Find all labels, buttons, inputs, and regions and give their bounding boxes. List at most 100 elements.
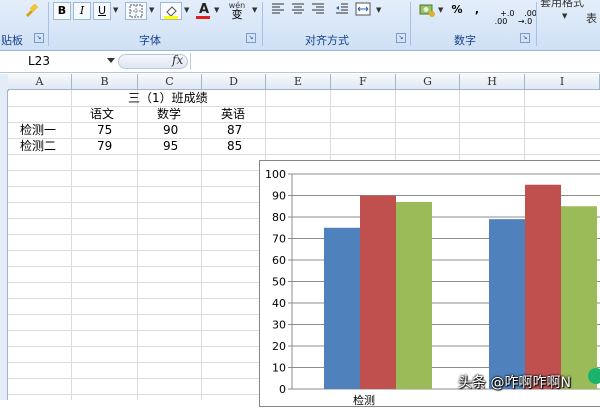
font-group-label: 字体 (139, 34, 161, 47)
name-box-dropdown-icon[interactable] (107, 58, 115, 63)
conditional-format-label[interactable]: 套用格式 (540, 0, 600, 9)
comma-button[interactable]: , (470, 2, 484, 20)
group-separator (536, 2, 537, 46)
row-label-cell[interactable]: 检测一 (20, 122, 56, 138)
bar-1-2[interactable] (360, 195, 396, 390)
decrease-indent-button[interactable] (332, 2, 352, 20)
number-group-label: 数字 (454, 34, 476, 47)
column-header-a[interactable]: A (8, 74, 72, 90)
merge-center-button[interactable] (352, 2, 374, 20)
alignment-launcher-button[interactable]: ↘ (396, 33, 406, 43)
y-tick-label: 100 (265, 168, 286, 181)
bar-1-1[interactable] (324, 227, 360, 389)
column-header-h[interactable]: H (460, 74, 525, 90)
align-right-button[interactable] (308, 2, 328, 20)
name-box[interactable]: L23 (20, 53, 116, 70)
currency-icon (419, 4, 435, 17)
score-cell[interactable]: 95 (163, 138, 178, 154)
currency-dropdown-icon[interactable]: ▼ (438, 6, 443, 14)
bar-chart[interactable]: 1009080706050403020100检测 (260, 161, 600, 407)
styles-dropdown-icon[interactable]: ▼ (562, 12, 567, 20)
bold-button[interactable]: B (53, 2, 71, 20)
column-header-c[interactable]: C (138, 74, 202, 90)
bar-2-1[interactable] (489, 219, 525, 389)
fill-color-icon (164, 6, 178, 19)
score-cell[interactable]: 75 (97, 122, 112, 138)
score-cell[interactable]: 85 (227, 138, 242, 154)
y-tick-label: 60 (272, 254, 286, 267)
font-color-button[interactable]: A (194, 2, 214, 20)
row-label-cell[interactable]: 检测二 (20, 138, 56, 154)
fill-color-button[interactable] (160, 2, 182, 20)
border-dropdown-icon[interactable]: ▼ (149, 6, 154, 14)
watermark-badge (588, 368, 600, 384)
column-header-e[interactable]: E (266, 74, 331, 90)
group-separator (410, 2, 411, 46)
fill-color-dropdown-icon[interactable]: ▼ (184, 6, 189, 14)
italic-button[interactable]: I (73, 2, 91, 20)
header-cell-english[interactable]: 英语 (221, 106, 245, 122)
font-launcher-button[interactable]: ↘ (246, 33, 256, 43)
y-tick-label: 70 (272, 233, 286, 246)
column-header-d[interactable]: D (202, 74, 266, 90)
align-center-button[interactable] (288, 2, 308, 20)
table-format-label[interactable]: 表 (586, 10, 600, 25)
bar-2-2[interactable] (525, 184, 561, 389)
column-header-b[interactable]: B (72, 74, 138, 90)
column-header-f[interactable]: F (331, 74, 396, 90)
y-tick-label: 80 (272, 211, 286, 224)
score-cell[interactable]: 87 (227, 122, 242, 138)
grid-column-line (137, 90, 138, 400)
bar-1-3[interactable] (396, 201, 432, 389)
y-tick-label: 0 (279, 383, 286, 396)
y-tick-label: 50 (272, 276, 286, 289)
column-header-i[interactable]: I (525, 74, 600, 90)
group-separator (262, 2, 263, 46)
y-tick-label: 10 (272, 362, 286, 375)
phonetic-dropdown-icon[interactable]: ▼ (252, 6, 257, 14)
y-tick-label: 40 (272, 297, 286, 310)
chart-area[interactable]: 100 90 80 70 60 50 40 30 20 10 0 检测 (259, 160, 600, 407)
score-cell[interactable]: 79 (97, 138, 112, 154)
alignment-group-label: 对齐方式 (305, 34, 349, 47)
align-right-icon (312, 3, 324, 14)
phonetic-guide-button[interactable]: wén 变 (224, 2, 250, 21)
underline-button[interactable]: U (93, 2, 111, 20)
align-center-icon (292, 3, 304, 14)
font-color-dropdown-icon[interactable]: ▼ (214, 6, 219, 14)
border-icon (129, 4, 143, 18)
insert-function-button[interactable]: fx (172, 53, 183, 67)
bar-2-3[interactable] (561, 206, 597, 389)
score-cell[interactable]: 90 (163, 122, 178, 138)
clipboard-group-label: 贴板 (1, 34, 23, 47)
decrease-indent-icon (336, 3, 348, 14)
y-tick-label: 90 (272, 190, 286, 203)
column-header-g[interactable]: G (396, 74, 460, 90)
header-cell-math[interactable]: 数学 (157, 106, 181, 122)
header-cell-chinese[interactable]: 语文 (90, 106, 114, 122)
y-tick-label: 20 (272, 340, 286, 353)
number-launcher-button[interactable]: ↘ (520, 33, 530, 43)
grid-row-line (8, 154, 600, 155)
underline-dropdown-icon[interactable]: ▼ (113, 6, 118, 14)
merge-dropdown-icon[interactable]: ▼ (376, 6, 381, 14)
font-color-icon: A (198, 2, 210, 17)
grid-column-line (71, 90, 72, 400)
format-painter-button[interactable] (20, 2, 42, 20)
percent-button[interactable]: % (448, 2, 466, 20)
group-separator (48, 2, 49, 46)
align-left-icon (272, 3, 284, 14)
sheet-title-cell[interactable]: 三（1）班成绩 (128, 90, 208, 106)
decrease-decimal-button[interactable]: .00 →.0 (514, 2, 537, 26)
formula-input[interactable] (190, 53, 600, 70)
border-button[interactable] (125, 2, 147, 20)
align-left-button[interactable] (268, 2, 288, 20)
row-headers[interactable] (0, 90, 8, 400)
watermark-text: 头条 @咋啊咋啊N (458, 375, 571, 391)
brush-icon (26, 3, 39, 17)
increase-decimal-button[interactable]: +.0 .00 (490, 2, 515, 26)
clipboard-launcher-button[interactable]: ↘ (34, 33, 44, 43)
ribbon: 贴板 ↘ B I U ▼ ▼ ▼ A ▼ wén 变 ▼ 字体 ↘ ▼ 对齐方式 … (0, 0, 600, 51)
currency-button[interactable] (416, 2, 438, 20)
font-color-swatch (196, 16, 210, 19)
